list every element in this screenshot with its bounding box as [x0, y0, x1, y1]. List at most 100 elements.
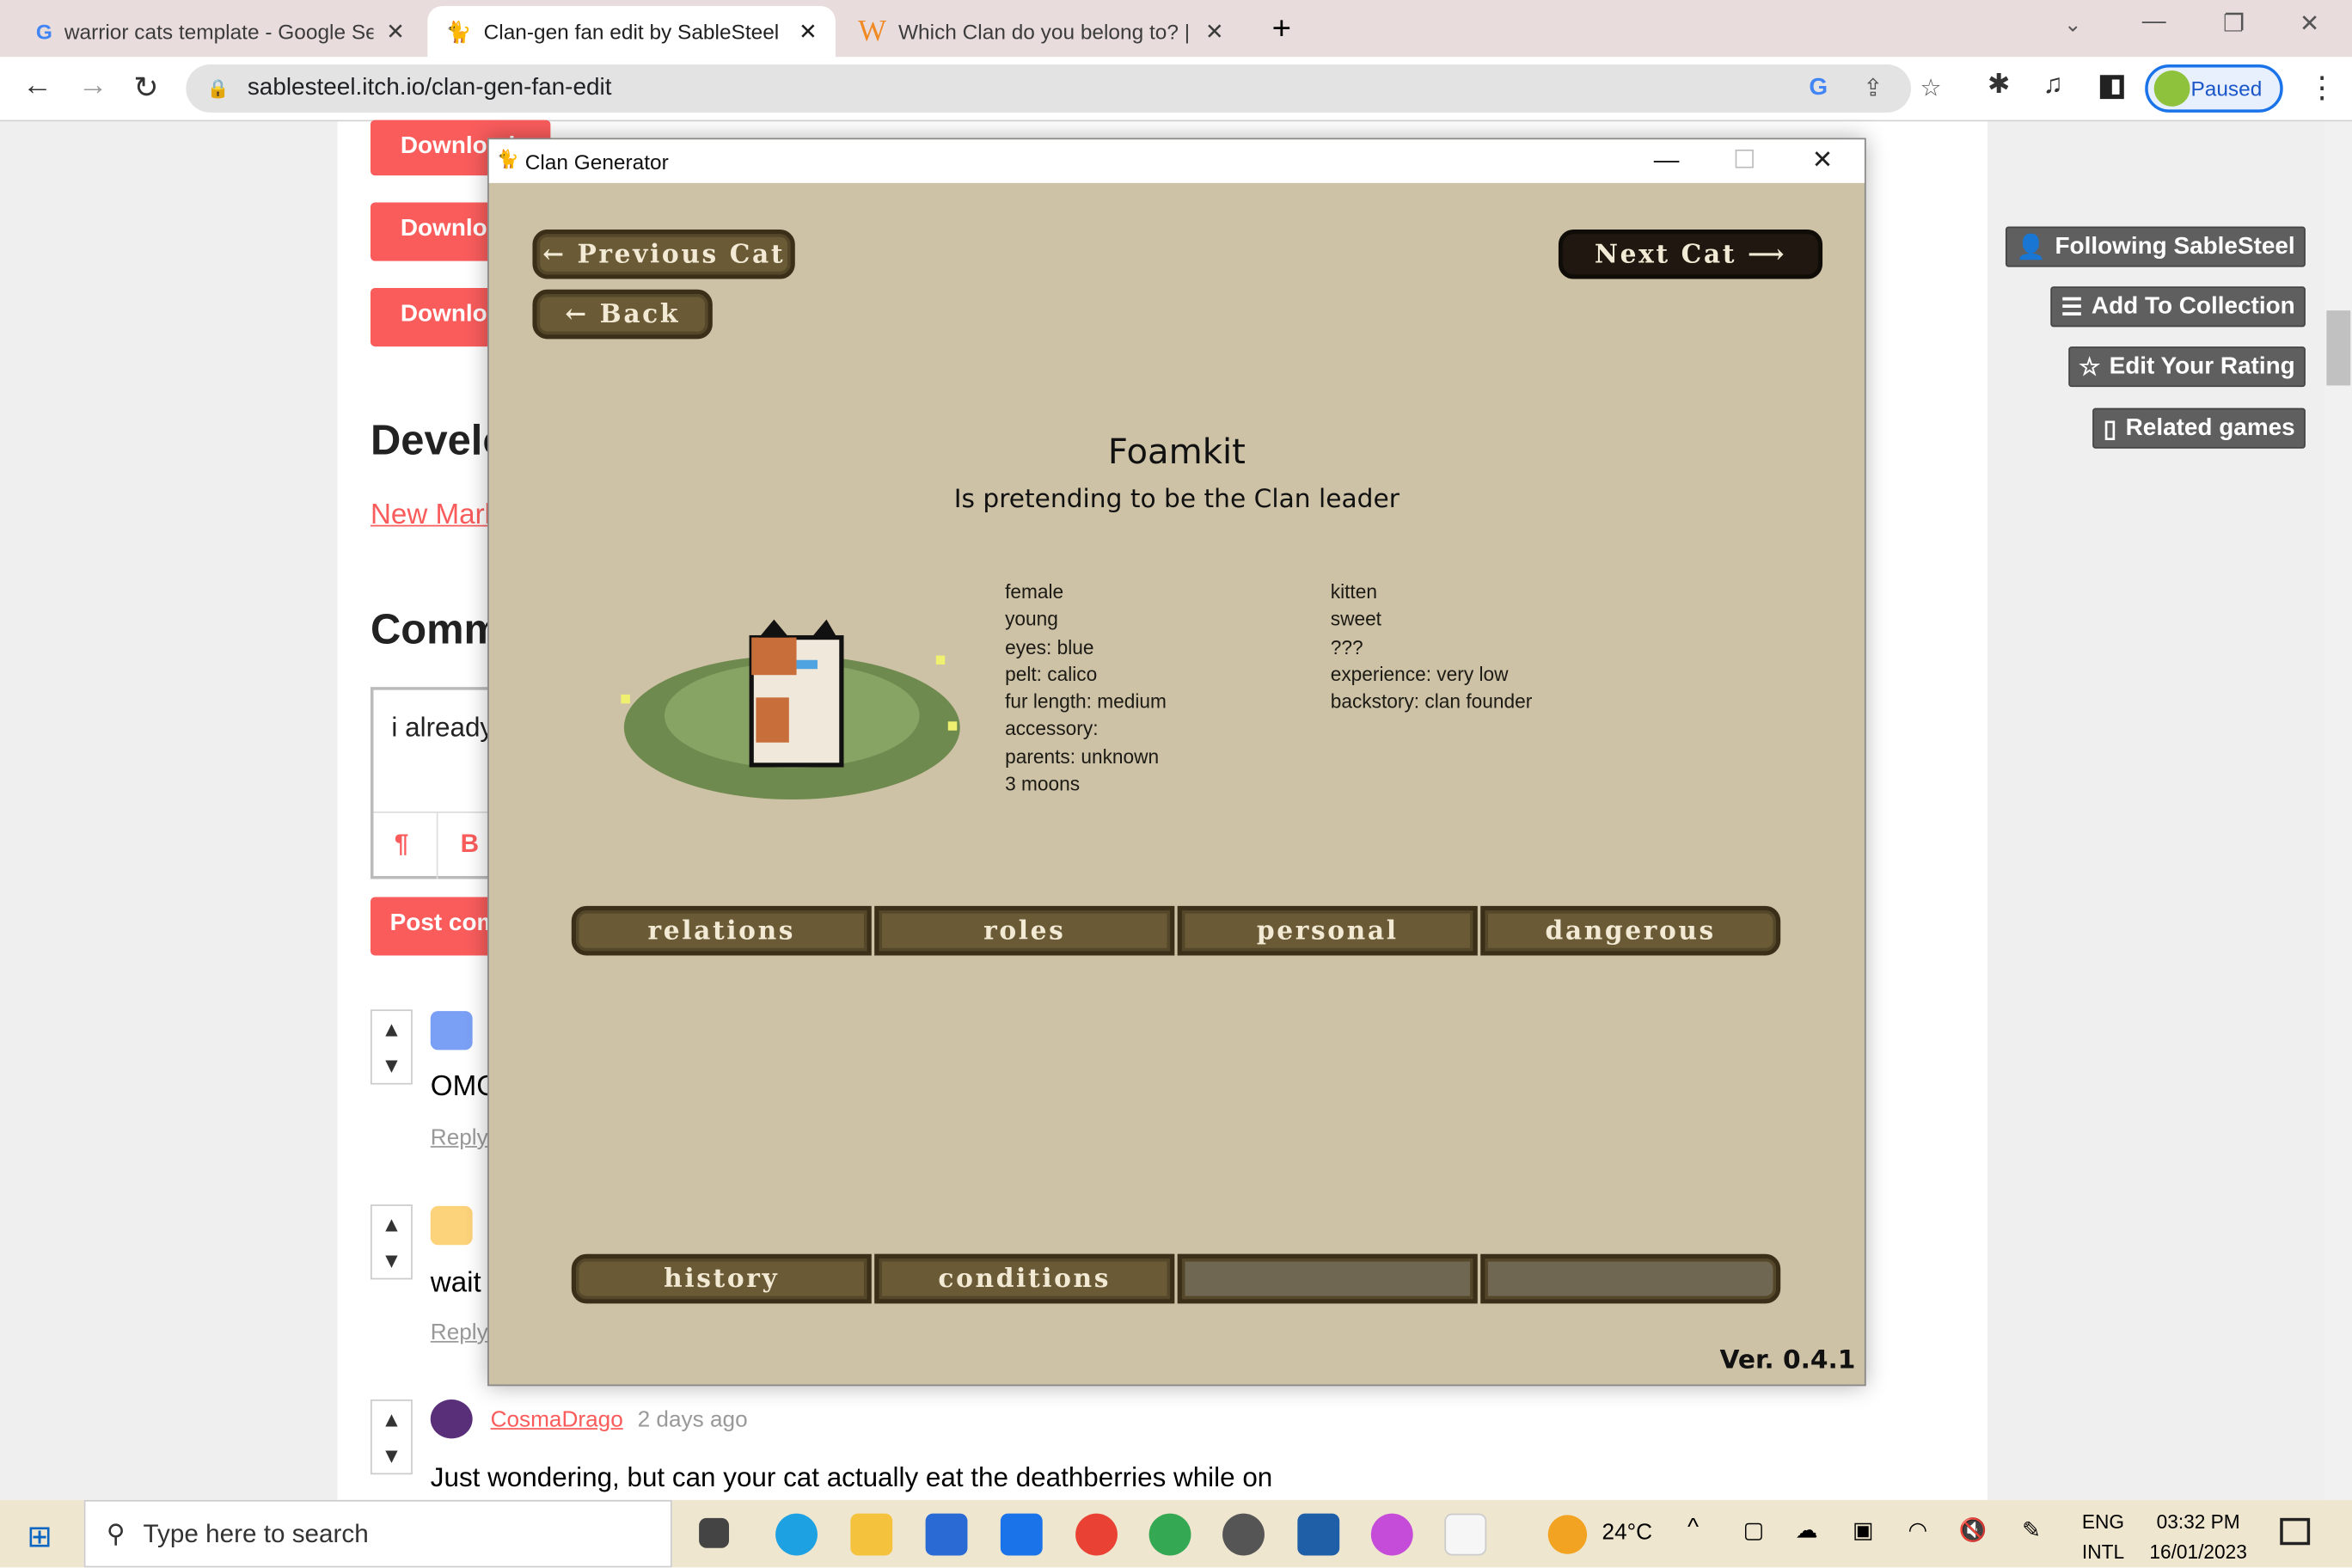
tab-which-clan[interactable]: W Which Clan do you belong to? | Warrior…: [840, 6, 1242, 57]
language-indicator[interactable]: ENG INTL: [2082, 1508, 2124, 1568]
vote-buttons[interactable]: ▲ ▼: [370, 1009, 413, 1085]
close-tab-icon[interactable]: ✕: [386, 18, 405, 46]
back-icon[interactable]: ←: [22, 69, 52, 103]
comment-input[interactable]: i already: [391, 713, 493, 744]
taskbar: ⊞ ⚲ Type here to search 24°C ^ ▢ ☁ ▣ ◠ 🔇…: [0, 1499, 2352, 1568]
reply-link[interactable]: Reply: [431, 1125, 488, 1151]
avatar: [430, 1011, 473, 1050]
clock[interactable]: 03:32 PM 16/01/2023: [2142, 1508, 2255, 1568]
edit-rating-button[interactable]: ☆ Edit Your Rating: [2067, 346, 2306, 388]
notifications-icon[interactable]: [2280, 1517, 2311, 1546]
clock-icon[interactable]: [1222, 1513, 1265, 1556]
scrollbar[interactable]: [2324, 121, 2352, 1500]
close-window-icon[interactable]: ✕: [2300, 9, 2319, 39]
taskbar-search[interactable]: ⚲ Type here to search: [83, 1499, 672, 1568]
task-view-icon[interactable]: [699, 1517, 730, 1548]
minimize-icon[interactable]: —: [2142, 9, 2166, 35]
tab-empty: [1480, 1253, 1781, 1304]
share-icon[interactable]: ⇪: [1863, 74, 1883, 104]
google-icon: G: [35, 19, 52, 44]
reply-link[interactable]: Reply: [431, 1320, 488, 1346]
mail-icon[interactable]: [1000, 1513, 1043, 1556]
reload-icon[interactable]: ↻: [133, 69, 158, 107]
side-panel-icon[interactable]: [2099, 75, 2124, 100]
cat-status: Is pretending to be the Clan leader: [953, 484, 1400, 515]
file-explorer-icon[interactable]: [850, 1513, 893, 1556]
menu-icon[interactable]: ⋮: [2307, 69, 2337, 107]
devlog-link[interactable]: New Mark: [371, 499, 499, 532]
store-icon[interactable]: [925, 1513, 968, 1556]
cat-name: Foamkit: [1107, 433, 1246, 473]
close-tab-icon[interactable]: ✕: [799, 18, 818, 46]
arrow-left-icon: ←: [542, 239, 567, 270]
pen-icon[interactable]: ✎: [2022, 1516, 2041, 1544]
tab-relations[interactable]: relations: [571, 905, 872, 956]
star-icon: ☆: [2079, 354, 2101, 381]
cat-info-left: female young eyes: blue pelt: calico fur…: [1005, 580, 1167, 795]
tab-strip: G warrior cats template - Google Search …: [0, 0, 2352, 58]
following-button[interactable]: 👤 Following SableSteel: [2006, 226, 2306, 267]
version-label: Ver. 0.4.1: [1719, 1345, 1856, 1376]
wifi-icon[interactable]: ◠: [1908, 1516, 1928, 1544]
tab-dangerous[interactable]: dangerous: [1480, 905, 1781, 956]
next-cat-button[interactable]: Next Cat ⟶: [1558, 229, 1823, 279]
close-icon[interactable]: ✕: [1785, 139, 1859, 183]
tab-google-search[interactable]: G warrior cats template - Google Search …: [18, 6, 423, 57]
back-button[interactable]: ← Back: [532, 289, 713, 340]
arrow-right-icon: ⟶: [1747, 239, 1787, 270]
cat-icon: [749, 619, 844, 768]
chrome-icon[interactable]: [1148, 1513, 1191, 1556]
avatar: [430, 1399, 473, 1439]
lock-icon: 🔒: [206, 77, 230, 100]
address-bar[interactable]: 🔒 sablesteel.itch.io/clan-gen-fan-edit G…: [186, 64, 1942, 113]
windows-start-icon[interactable]: ⊞: [27, 1518, 52, 1556]
onedrive-icon[interactable]: ☁: [1796, 1516, 1818, 1544]
search-icon: ⚲: [106, 1518, 126, 1547]
scrollbar-thumb[interactable]: [2326, 310, 2351, 386]
related-games-button[interactable]: ▯ Related games: [2092, 407, 2306, 449]
battery-icon[interactable]: ▣: [1853, 1516, 1874, 1544]
paint-icon[interactable]: [1370, 1513, 1413, 1556]
comment-time: 2 days ago: [637, 1406, 748, 1433]
photos-icon[interactable]: [1297, 1513, 1340, 1556]
camera-icon[interactable]: ▢: [1743, 1516, 1765, 1544]
new-tab-button[interactable]: +: [1272, 9, 1291, 47]
tab-personal[interactable]: personal: [1177, 905, 1478, 956]
chevron-up-icon[interactable]: ^: [1687, 1515, 1699, 1541]
vote-buttons[interactable]: ▲ ▼: [370, 1399, 413, 1475]
tab-search-icon[interactable]: ⌄: [2064, 12, 2081, 38]
paragraph-button[interactable]: ¶: [395, 830, 409, 860]
temperature[interactable]: 24°C: [1602, 1520, 1652, 1546]
tab-clan-gen[interactable]: 🐈 Clan-gen fan edit by SableSteel ✕: [427, 5, 836, 58]
arrow-left-icon: ←: [565, 299, 589, 330]
edge-icon[interactable]: [775, 1513, 818, 1556]
tab-history[interactable]: history: [571, 1253, 872, 1304]
add-to-collection-button[interactable]: ☰ Add To Collection: [2050, 286, 2306, 328]
cat-info-right: kitten sweet ??? experience: very low ba…: [1330, 580, 1533, 714]
google-lens-icon[interactable]: G: [1809, 75, 1828, 101]
comment-text: wait: [430, 1267, 481, 1300]
weather-icon[interactable]: [1547, 1515, 1588, 1554]
minimize-icon[interactable]: —: [1629, 139, 1704, 183]
forward-icon[interactable]: →: [78, 69, 108, 103]
close-tab-icon[interactable]: ✕: [1205, 18, 1224, 46]
profile-button[interactable]: Paused: [2145, 64, 2283, 113]
extensions-icon[interactable]: ✱: [1988, 69, 2010, 101]
tab-roles[interactable]: roles: [874, 905, 1175, 956]
volume-muted-icon[interactable]: 🔇: [1959, 1516, 1988, 1544]
cat-sprite: [621, 619, 960, 800]
comment-author[interactable]: CosmaDrago: [491, 1407, 623, 1433]
vote-buttons[interactable]: ▲ ▼: [370, 1204, 413, 1280]
restore-icon[interactable]: ❐: [2223, 9, 2245, 39]
map-icon: ▯: [2103, 416, 2117, 442]
cat-icon: 🐈: [445, 18, 472, 43]
tab-conditions[interactable]: conditions: [874, 1253, 1175, 1304]
maximize-icon[interactable]: ☐: [1707, 139, 1782, 183]
bold-button[interactable]: B: [461, 830, 479, 860]
maps-icon[interactable]: [1075, 1513, 1118, 1556]
media-icon[interactable]: ♫: [2043, 69, 2064, 101]
bookmark-star-icon[interactable]: ☆: [1920, 74, 1941, 104]
comment-text: Just wondering, but can your cat actuall…: [430, 1462, 1273, 1493]
clan-gen-icon[interactable]: [1444, 1513, 1487, 1556]
previous-cat-button[interactable]: ← Previous Cat: [532, 229, 795, 279]
